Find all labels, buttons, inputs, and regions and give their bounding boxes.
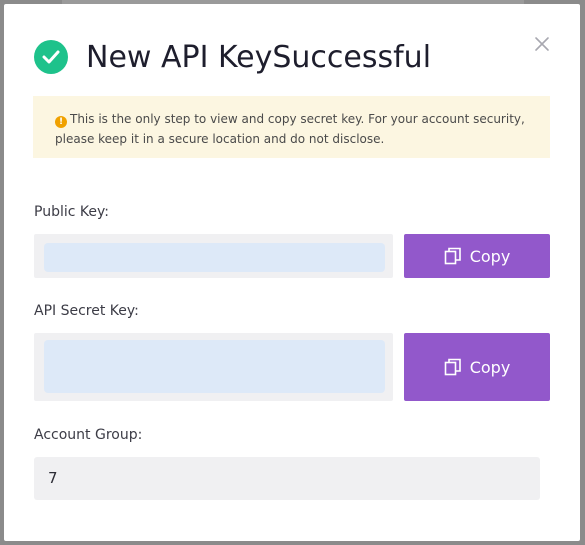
account-group-label: Account Group: <box>34 427 143 443</box>
copy-icon <box>444 247 461 265</box>
notice-text: This is the only step to view and copy s… <box>55 112 525 146</box>
copy-icon <box>444 358 461 376</box>
copy-label: Copy <box>469 246 511 266</box>
exclamation-circle-icon: ! <box>55 116 67 128</box>
dialog-title: New API KeySuccessful <box>86 40 432 75</box>
secret-key-field[interactable] <box>34 333 393 401</box>
secret-key-label: API Secret Key: <box>34 303 139 319</box>
check-circle-icon <box>34 40 68 74</box>
public-key-value[interactable] <box>44 243 385 272</box>
copy-label: Copy <box>469 357 511 377</box>
close-icon[interactable] <box>532 34 552 54</box>
secret-key-value[interactable] <box>44 340 385 393</box>
security-notice: ! This is the only step to view and copy … <box>33 96 550 158</box>
account-group-value: 7 <box>34 457 540 500</box>
copy-public-key-button[interactable]: Copy <box>404 234 550 278</box>
api-key-dialog: New API KeySuccessful ! This is the only … <box>4 4 580 541</box>
public-key-field[interactable] <box>34 234 393 278</box>
public-key-label: Public Key: <box>34 204 109 220</box>
copy-secret-key-button[interactable]: Copy <box>404 333 550 401</box>
